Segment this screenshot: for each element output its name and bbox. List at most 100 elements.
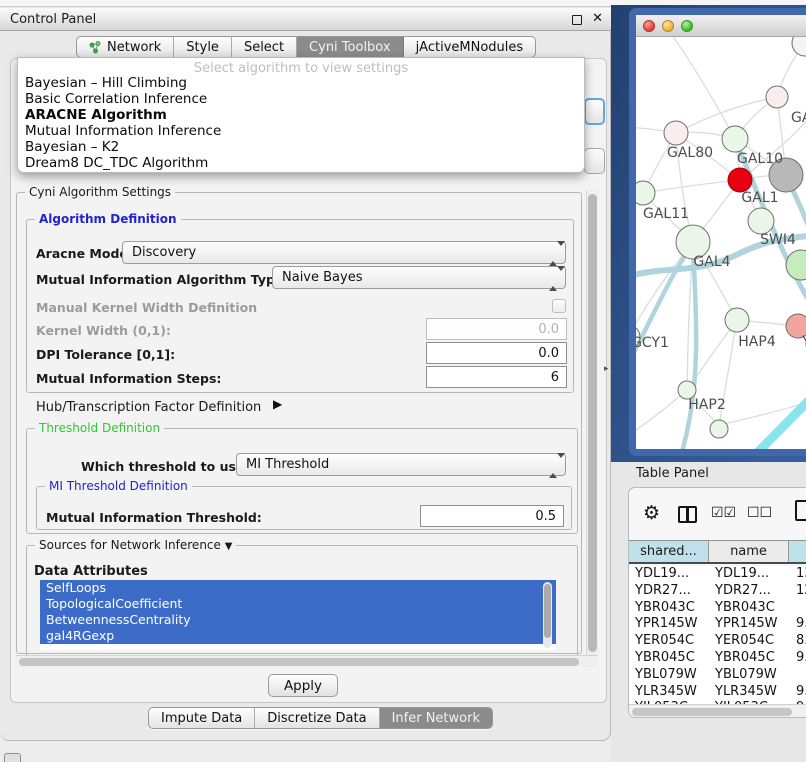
algorithm-option-selected[interactable]: ARACNE Algorithm xyxy=(25,107,167,123)
export-table-icon[interactable] xyxy=(795,500,806,521)
table-row[interactable]: YPR145WYPR145W9. xyxy=(629,616,806,633)
tab-impute-data[interactable]: Impute Data xyxy=(149,708,255,728)
data-attributes-list[interactable]: SelfLoops TopologicalCoefficient Between… xyxy=(40,580,556,650)
algorithm-definition-title: Algorithm Definition xyxy=(35,212,181,226)
cell: YBL079W xyxy=(709,667,789,684)
float-window-icon[interactable] xyxy=(572,15,582,25)
kernel-width-field[interactable]: 0.0 xyxy=(426,318,567,340)
cyni-algorithm-settings-title: Cyni Algorithm Settings xyxy=(25,185,175,199)
expand-right-icon[interactable]: ▶ xyxy=(273,397,282,411)
table-hscrollbar-track[interactable] xyxy=(629,704,806,717)
algorithm-option[interactable]: Mutual Information Inference xyxy=(25,123,221,139)
mi-threshold-label: Mutual Information Threshold: xyxy=(46,510,262,525)
node-bottom[interactable] xyxy=(710,420,728,438)
mi-threshold-field[interactable]: 0.5 xyxy=(420,505,564,527)
gear-icon[interactable]: ⚙ xyxy=(643,504,660,523)
mi-algorithm-type-combo[interactable]: Naive Bayes xyxy=(272,266,566,289)
algorithm-option[interactable]: Basic Correlation Inference xyxy=(25,91,207,107)
cell: 9. xyxy=(789,650,806,667)
panel-resize-arrow-icon[interactable]: ▸ xyxy=(604,364,609,374)
aracne-mode-combo[interactable]: Discovery xyxy=(122,241,566,264)
cell: YBL079W xyxy=(629,667,709,684)
tab-network[interactable]: Network xyxy=(77,37,174,57)
select-all-checkboxes-icon[interactable]: ☑☑ xyxy=(711,505,736,521)
table-row[interactable]: YDL19...YDL19...13 xyxy=(629,566,806,583)
list-scrollbar-thumb[interactable] xyxy=(544,584,551,638)
cell: YLR345W xyxy=(709,684,789,701)
dpi-tolerance-field[interactable]: 0.0 xyxy=(426,342,567,364)
collapse-down-icon[interactable]: ▼ xyxy=(225,541,233,552)
table-hscrollbar-thumb[interactable] xyxy=(632,708,792,716)
settings-hscrollbar-thumb[interactable] xyxy=(19,658,579,666)
node-gal11[interactable] xyxy=(636,181,655,205)
network-source-combo-fragment[interactable] xyxy=(584,148,605,174)
node-swi4[interactable] xyxy=(748,208,774,234)
settings-vscrollbar-thumb[interactable] xyxy=(588,194,597,652)
tab-style[interactable]: Style xyxy=(174,37,232,57)
node-label: GAL1 xyxy=(741,190,778,206)
manual-kernel-width-checkbox[interactable] xyxy=(552,299,566,313)
column-header-name[interactable]: name xyxy=(709,541,789,562)
control-panel-titlebar: Control Panel ✕ xyxy=(0,7,611,31)
column-selector-icon[interactable] xyxy=(678,506,697,523)
tab-select[interactable]: Select xyxy=(232,37,297,57)
table-browser: ⚙ ☑☑ ☐☐ shared... name A YDL19...YDL19..… xyxy=(628,487,806,718)
network-icon xyxy=(89,41,102,54)
algorithm-dropdown-popup: Select algorithm to view settings Bayesi… xyxy=(17,57,585,173)
stepper-arrows-icon xyxy=(549,246,557,261)
algorithm-option[interactable]: Bayesian – K2 xyxy=(25,139,119,155)
column-header-partial[interactable]: A xyxy=(789,541,806,562)
network-window-titlebar[interactable] xyxy=(636,15,806,37)
table-header-row: shared... name A xyxy=(629,540,806,564)
node-label: HAP2 xyxy=(688,397,725,413)
table-row[interactable]: YDR27...YDR27...12 xyxy=(629,583,806,600)
inference-algorithm-combo-fragment[interactable] xyxy=(584,98,605,125)
network-canvas[interactable]: GAL GAL80 GAL10 GAL1 GAL11 SWI4 GAL4 HAP… xyxy=(636,37,806,456)
node-green-right[interactable] xyxy=(786,250,806,280)
manual-kernel-width-label: Manual Kernel Width Definition xyxy=(36,300,257,315)
network-graph: GAL GAL80 GAL10 GAL1 GAL11 SWI4 GAL4 HAP… xyxy=(636,37,806,456)
list-item[interactable]: gal4RGexp xyxy=(40,628,556,644)
node-gal80[interactable] xyxy=(664,121,688,145)
node-unlabeled[interactable] xyxy=(792,37,806,56)
control-panel-title: Control Panel xyxy=(10,12,96,27)
algorithm-option[interactable]: Dream8 DC_TDC Algorithm xyxy=(25,155,208,171)
list-item[interactable]: SelfLoops xyxy=(40,580,556,596)
screen: Control Panel ✕ Network Style Select Cyn… xyxy=(0,0,806,762)
tab-cyni-toolbox[interactable]: Cyni Toolbox xyxy=(297,37,404,57)
list-item[interactable]: TopologicalCoefficient xyxy=(40,596,556,612)
tab-infer-network[interactable]: Infer Network xyxy=(380,708,492,728)
list-item[interactable]: BetweennessCentrality xyxy=(40,612,556,628)
network-view-window[interactable]: GAL GAL80 GAL10 GAL1 GAL11 SWI4 GAL4 HAP… xyxy=(629,8,806,456)
tab-discretize-data[interactable]: Discretize Data xyxy=(255,708,379,728)
column-header-shared-name[interactable]: shared... xyxy=(629,541,709,562)
table-row[interactable]: YBL079WYBL079W xyxy=(629,667,806,684)
bottom-left-partial-icon[interactable] xyxy=(4,753,21,762)
node-label: HAP4 xyxy=(738,334,776,350)
node-gal10[interactable] xyxy=(722,126,748,152)
mi-steps-field[interactable]: 6 xyxy=(426,366,567,388)
node-label: SWI4 xyxy=(760,232,796,248)
minimize-traffic-light[interactable] xyxy=(662,20,674,32)
node-label: GAL4 xyxy=(693,254,730,270)
node-hap4[interactable] xyxy=(725,308,749,332)
which-threshold-combo[interactable]: MI Threshold xyxy=(236,453,566,476)
node-label: GAL80 xyxy=(667,145,713,161)
close-traffic-light[interactable] xyxy=(643,20,655,32)
tab-discretize-data-label: Discretize Data xyxy=(267,711,366,726)
algorithm-option[interactable]: Bayesian – Hill Climbing xyxy=(25,75,187,91)
table-row[interactable]: YER054CYER054C8. xyxy=(629,633,806,650)
node-gal-partial[interactable] xyxy=(766,86,788,108)
aracne-mode-value: Discovery xyxy=(132,245,196,260)
node-gal1[interactable] xyxy=(728,168,752,192)
zoom-traffic-light[interactable] xyxy=(681,20,693,32)
table-row[interactable]: YLR345WYLR345W9. xyxy=(629,684,806,701)
table-row[interactable]: YBR043CYBR043C xyxy=(629,600,806,617)
apply-button[interactable]: Apply xyxy=(268,674,338,697)
tab-jactivemnodules[interactable]: jActiveMNodules xyxy=(404,37,536,57)
network-edge-cyan xyxy=(754,377,806,456)
deselect-all-checkboxes-icon[interactable]: ☐☐ xyxy=(747,505,772,521)
tab-style-label: Style xyxy=(186,40,219,55)
table-row[interactable]: YBR045CYBR045C9. xyxy=(629,650,806,667)
close-icon[interactable]: ✕ xyxy=(592,11,603,26)
